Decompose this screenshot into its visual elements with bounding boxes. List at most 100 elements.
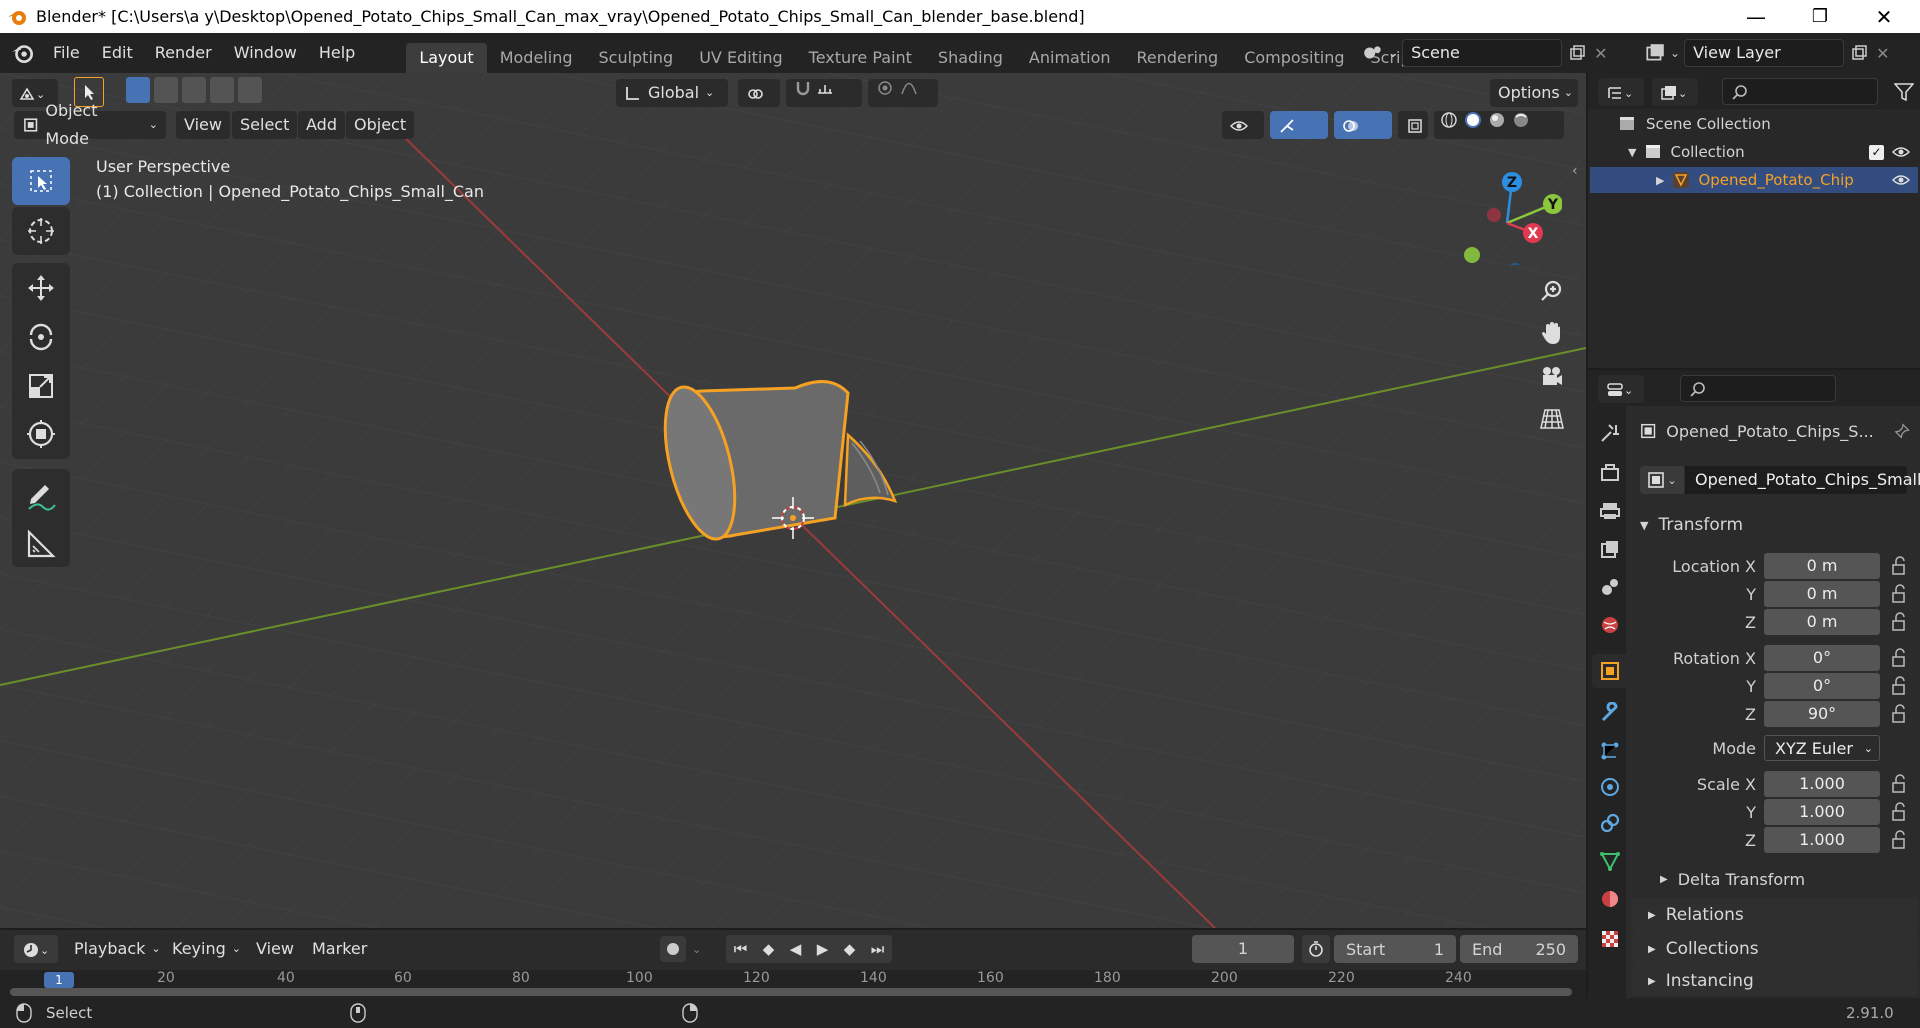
material-tab-icon[interactable] <box>1597 886 1623 912</box>
remove-scene-icon[interactable]: ✕ <box>1594 44 1607 63</box>
expand-arrow-icon[interactable]: ▼ <box>1628 146 1636 159</box>
eye-icon[interactable] <box>1892 143 1910 161</box>
menu-object[interactable]: Object <box>346 111 415 139</box>
tab-shading[interactable]: Shading <box>925 43 1016 73</box>
scale-z-field[interactable]: 1.000 <box>1764 827 1880 853</box>
chevron-down-icon[interactable]: ⌄ <box>1670 46 1680 60</box>
display-mode-dropdown[interactable]: ⌄ <box>1652 78 1698 106</box>
move-icon[interactable] <box>25 272 57 304</box>
expand-arrow-icon[interactable]: ▶ <box>1656 174 1664 187</box>
outliner-collection[interactable]: ▼ Collection ✓ <box>1628 139 1918 165</box>
solid-shading-icon[interactable] <box>1464 111 1482 129</box>
play-icon[interactable]: ▶ <box>817 940 829 958</box>
pan-view-button[interactable] <box>1532 313 1572 353</box>
play-reverse-icon[interactable]: ◀ <box>790 940 802 958</box>
menu-add[interactable]: Add <box>298 111 345 139</box>
collapse-sidebar-icon[interactable]: ‹ <box>1572 163 1578 179</box>
menu-view[interactable]: View <box>176 111 230 139</box>
current-frame-field[interactable]: 1 <box>1192 935 1294 963</box>
zoom-view-button[interactable] <box>1532 271 1572 311</box>
camera-view-button[interactable] <box>1532 357 1572 397</box>
playhead-label[interactable]: 1 <box>44 972 74 988</box>
3d-viewport[interactable]: ⌄ Global ⌄ Options ⌄ Object Mode ⌄ View Sel… <box>0 73 1586 928</box>
chevron-down-icon[interactable]: ⌄ <box>692 943 701 956</box>
rotation-x-field[interactable]: 0° <box>1764 645 1880 671</box>
overlays-toggle[interactable] <box>1334 111 1392 139</box>
prev-keyframe-icon[interactable]: ◆ <box>763 940 775 958</box>
output-tab-icon[interactable] <box>1597 498 1623 524</box>
physics-tab-icon[interactable] <box>1597 774 1623 800</box>
scale-icon[interactable] <box>26 371 56 401</box>
outliner-scene-collection[interactable]: Scene Collection <box>1618 111 1771 137</box>
tool-tab-icon[interactable] <box>1597 420 1623 446</box>
properties-search-input[interactable] <box>1680 375 1836 402</box>
falloff-curve-icon[interactable] <box>900 79 918 97</box>
menu-help[interactable]: Help <box>308 33 366 73</box>
rotate-icon[interactable] <box>25 321 57 353</box>
preview-range-toggle[interactable] <box>1302 935 1330 963</box>
menu-render[interactable]: Render <box>144 33 223 73</box>
transform-orientation-dropdown[interactable]: Global ⌄ <box>616 79 728 107</box>
tab-sculpting[interactable]: Sculpting <box>585 43 686 73</box>
rotation-y-field[interactable]: 0° <box>1764 673 1880 699</box>
next-keyframe-icon[interactable]: ◆ <box>844 940 856 958</box>
scale-x-field[interactable]: 1.000 <box>1764 771 1880 797</box>
magnet-icon[interactable] <box>794 79 812 97</box>
render-tab-icon[interactable] <box>1597 460 1623 486</box>
outliner-object-row[interactable]: ▶ Opened_Potato_Chip <box>1590 167 1918 193</box>
navigation-gizmo[interactable]: Z Y X <box>1452 155 1562 265</box>
view-layer-icon[interactable] <box>1644 42 1666 64</box>
object-mode-dropdown[interactable]: Object Mode ⌄ <box>14 101 166 148</box>
keying-dropdown[interactable]: Keying ⌄ <box>164 935 249 963</box>
new-view-layer-icon[interactable] <box>1850 44 1868 62</box>
wireframe-shading-icon[interactable] <box>1440 111 1458 129</box>
menu-window[interactable]: Window <box>223 33 308 73</box>
transform-icon[interactable] <box>25 418 57 450</box>
record-button[interactable] <box>660 936 686 962</box>
constraints-tab-icon[interactable] <box>1597 810 1623 836</box>
view-layer-tab-icon[interactable] <box>1597 536 1623 562</box>
location-x-field[interactable]: 0 m <box>1764 553 1880 579</box>
rotation-z-field[interactable]: 90° <box>1764 701 1880 727</box>
remove-view-layer-icon[interactable]: ✕ <box>1876 44 1889 63</box>
instancing-section[interactable]: ▶ Instancing <box>1632 966 1918 996</box>
collections-section[interactable]: ▶ Collections <box>1632 932 1918 966</box>
rendered-shading-icon[interactable] <box>1512 111 1530 129</box>
filter-icon[interactable] <box>1894 83 1914 101</box>
location-y-field[interactable]: 0 m <box>1764 581 1880 607</box>
timeline-ruler[interactable]: 1 20 40 60 80 100 120 140 160 180 200 22… <box>0 970 1586 998</box>
snap-increment-icon[interactable] <box>816 79 834 97</box>
tab-compositing[interactable]: Compositing <box>1231 43 1357 73</box>
lock-icon[interactable] <box>1890 584 1912 604</box>
eye-icon[interactable] <box>1892 171 1910 189</box>
transform-section-header[interactable]: ▼ Transform <box>1628 508 1920 542</box>
pivot-point-dropdown[interactable] <box>738 79 780 107</box>
tab-animation[interactable]: Animation <box>1016 43 1124 73</box>
measure-icon[interactable] <box>25 528 57 560</box>
lock-icon[interactable] <box>1890 774 1912 794</box>
texture-tab-icon[interactable] <box>1597 926 1623 952</box>
lock-icon[interactable] <box>1890 704 1912 724</box>
tab-texture-paint[interactable]: Texture Paint <box>796 43 925 73</box>
scene-tab-icon[interactable] <box>1597 574 1623 600</box>
lock-icon[interactable] <box>1890 802 1912 822</box>
jump-end-icon[interactable]: ⏭ <box>871 940 885 958</box>
ortho-toggle-button[interactable] <box>1532 399 1572 439</box>
annotate-icon[interactable] <box>23 477 59 513</box>
outliner-search-input[interactable] <box>1722 78 1878 105</box>
modifier-tab-icon[interactable] <box>1597 700 1623 726</box>
menu-edit[interactable]: Edit <box>91 33 144 73</box>
pin-icon[interactable] <box>1894 422 1910 440</box>
properties-editor-type[interactable]: ⌄ <box>1598 375 1644 403</box>
relations-section[interactable]: ▶ Relations <box>1632 898 1918 932</box>
delta-transform-subsection[interactable]: ▶ Delta Transform <box>1660 870 1805 889</box>
jump-start-icon[interactable]: ⏮ <box>734 940 748 958</box>
scene-icon[interactable] <box>1362 42 1384 64</box>
menu-select[interactable]: Select <box>232 111 298 139</box>
select-extend-icon[interactable] <box>154 77 178 103</box>
object-tab-icon[interactable] <box>1597 658 1623 684</box>
select-intersect-icon[interactable] <box>238 77 262 103</box>
proportional-edit-icon[interactable] <box>876 79 894 97</box>
options-dropdown[interactable]: Options ⌄ <box>1490 79 1578 107</box>
lock-icon[interactable] <box>1890 612 1912 632</box>
